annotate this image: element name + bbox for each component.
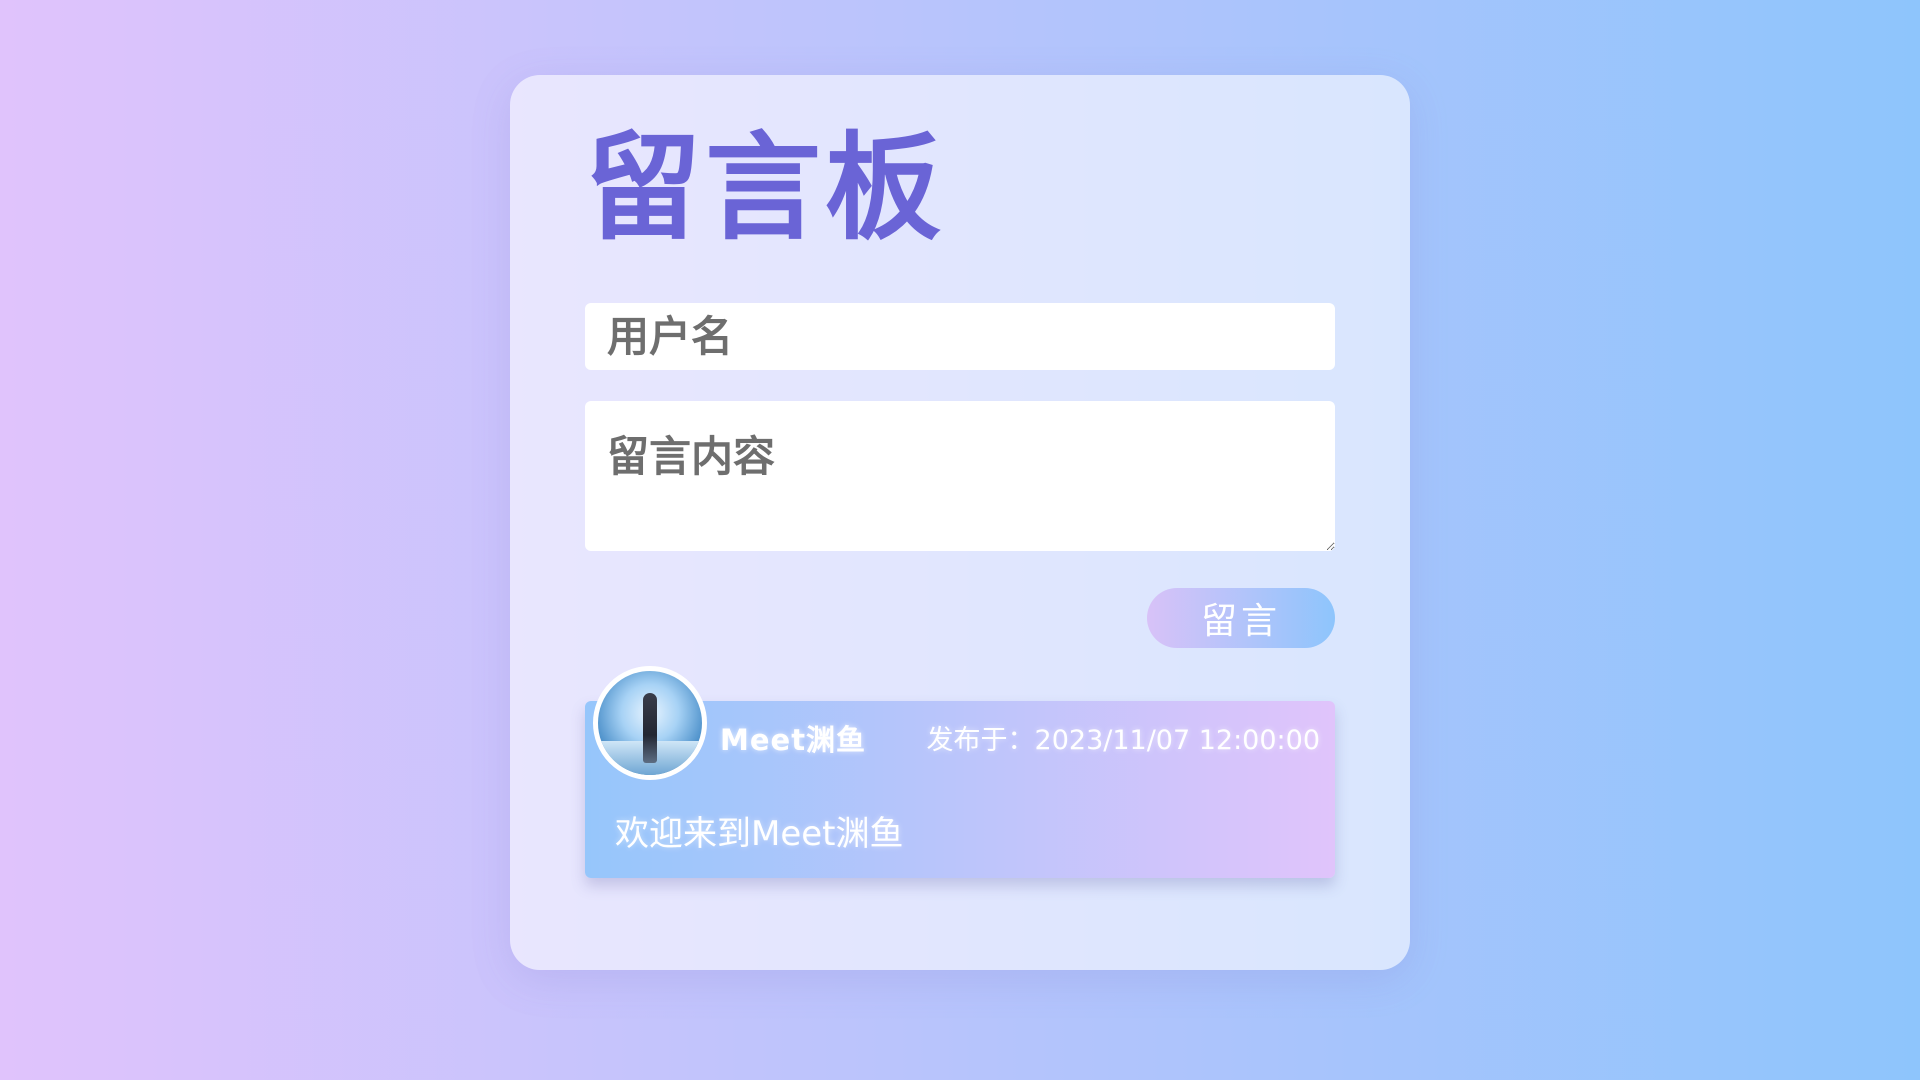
message-board-card: 留言板 留言 Meet渊鱼 发布于：2023/11/07 12:00:00 欢迎… [510, 75, 1410, 970]
message-item: Meet渊鱼 发布于：2023/11/07 12:00:00 欢迎来到Meet渊… [585, 666, 1335, 878]
message-content-textarea[interactable] [585, 401, 1335, 551]
message-text: 欢迎来到Meet渊鱼 [615, 814, 904, 854]
page-title: 留言板 [585, 121, 945, 256]
message-author: Meet渊鱼 [720, 723, 867, 757]
username-input[interactable] [585, 303, 1335, 370]
timestamp-value: 2023/11/07 12:00:00 [1034, 725, 1320, 756]
message-timestamp: 发布于：2023/11/07 12:00:00 [927, 718, 1320, 757]
avatar [593, 666, 707, 780]
timestamp-label: 发布于： [926, 725, 1035, 756]
avatar-figure [643, 693, 657, 763]
submit-message-button[interactable]: 留言 [1147, 588, 1335, 648]
